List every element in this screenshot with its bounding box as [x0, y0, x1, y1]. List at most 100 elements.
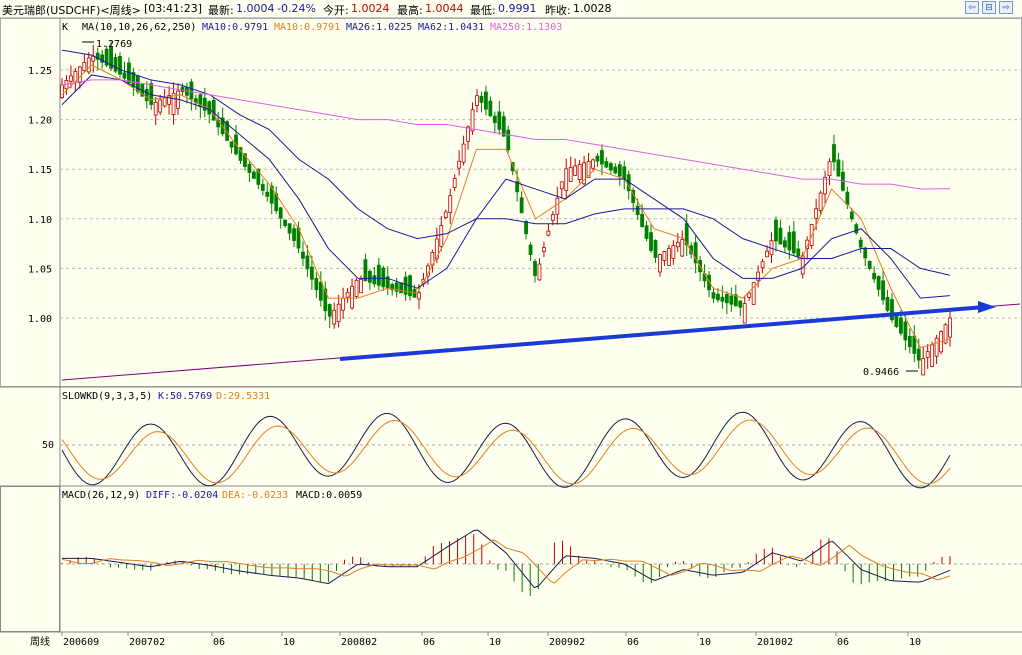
- candle-body: [564, 168, 569, 191]
- candle-body: [305, 255, 310, 270]
- candle-body: [711, 292, 716, 299]
- candle-body: [278, 207, 283, 219]
- candle-body: [577, 163, 582, 180]
- candle-body: [680, 239, 685, 257]
- candle-body: [907, 336, 912, 348]
- candle-body: [849, 211, 854, 220]
- candle-body: [118, 55, 122, 75]
- candle-body: [180, 86, 185, 92]
- candle-body: [591, 159, 595, 169]
- symbol-title: 美元瑞郎(USDCHF)<周线>: [2, 4, 141, 17]
- candle-body: [443, 211, 448, 218]
- ma10-value: MA10:0.9791: [202, 22, 268, 33]
- candle-body: [738, 300, 743, 308]
- kd-d-value: D:29.5331: [216, 391, 270, 402]
- latest-label: 最新:: [208, 4, 234, 17]
- next-arrow-icon[interactable]: ⇨: [999, 1, 1013, 14]
- candle-body: [484, 91, 488, 110]
- candle-body: [644, 225, 649, 239]
- candle-body: [617, 164, 622, 177]
- candle-body: [439, 225, 444, 247]
- candle-body: [301, 251, 305, 259]
- macd-dea-line: [61, 539, 951, 584]
- high-annotation: 1.2769: [96, 39, 132, 50]
- low-annotation: 0.9466: [863, 367, 899, 378]
- support-trendline: [339, 305, 986, 361]
- candle-body: [60, 84, 64, 99]
- candle-body: [457, 160, 462, 169]
- candle-body: [881, 280, 885, 301]
- candle-body: [470, 109, 475, 132]
- candle-body: [162, 97, 167, 107]
- change-percent: -0.24%: [277, 2, 316, 15]
- candle-body: [113, 57, 118, 72]
- candle-body: [488, 100, 493, 117]
- candle-body: [492, 115, 497, 124]
- x-axis-ticks: 200609 200702 06 10 200802 06 10 200902 06 10 2010…: [61, 632, 921, 648]
- candle-body: [573, 165, 578, 176]
- candle-body: [756, 271, 761, 281]
- candle-body: [595, 155, 600, 162]
- ma-line-ma62: [61, 49, 951, 276]
- candle-body: [475, 95, 479, 107]
- y-tick-label: 1.10: [28, 215, 52, 226]
- candle-body: [666, 248, 671, 266]
- candle-body: [318, 281, 323, 301]
- candle-body: [461, 143, 466, 163]
- quote-header: 美元瑞郎(USDCHF)<周线> [03:41:23] 最新: 1.0004 -…: [0, 0, 1022, 18]
- ma10b-value: MA10:0.9791: [274, 22, 340, 33]
- candle-body: [287, 223, 292, 234]
- candle-body: [787, 232, 792, 251]
- candle-body: [542, 247, 546, 252]
- candle-body: [399, 282, 404, 294]
- candle-body: [716, 293, 720, 301]
- candle-body: [782, 240, 787, 248]
- x-tick-label: 06: [423, 637, 435, 648]
- expand-icon[interactable]: ⊟: [982, 1, 996, 14]
- candle-body: [359, 278, 363, 294]
- prev-arrow-icon[interactable]: ⇦: [965, 1, 979, 14]
- candle-body: [854, 224, 859, 234]
- main-y-ticks: 1.25 1.20 1.15 1.10 1.05 1.00: [28, 66, 52, 325]
- macd-lines: [61, 529, 951, 589]
- prev-close-value: 1.0028: [573, 2, 612, 15]
- candle-body: [600, 150, 604, 165]
- candle-body: [327, 303, 332, 317]
- candle-body: [350, 285, 354, 309]
- candle-body: [506, 129, 511, 151]
- open-label: 今开:: [323, 4, 349, 17]
- candle-body: [729, 295, 734, 305]
- candle-body: [903, 321, 908, 341]
- y-tick-label: 1.05: [28, 264, 52, 275]
- x-tick-label: 06: [627, 637, 639, 648]
- candle-body: [533, 260, 537, 276]
- candle-body: [448, 195, 453, 213]
- candle-body: [247, 163, 252, 173]
- ma26-value: MA26:1.0225: [346, 22, 412, 33]
- candle-body: [341, 297, 346, 311]
- candle-body: [845, 191, 850, 205]
- candle-body: [452, 178, 457, 188]
- candle-body: [537, 263, 542, 281]
- candle-body: [251, 171, 256, 179]
- candle-body: [207, 101, 212, 115]
- moving-average-lines: [61, 49, 951, 349]
- x-tick-label: 201002: [757, 637, 793, 648]
- candle-body: [122, 72, 127, 79]
- ma-line-ma250: [61, 79, 951, 190]
- chart-canvas[interactable]: K MA(10,10,26,62,250) MA10:0.9791 MA10:0…: [0, 18, 1022, 655]
- candle-body: [69, 75, 73, 82]
- side-panel-box: [0, 486, 60, 632]
- kd-y-tick: 50: [42, 440, 54, 451]
- candle-body: [292, 228, 296, 241]
- candle-body: [760, 261, 765, 269]
- x-tick-label: 200702: [129, 637, 165, 648]
- candle-body: [823, 176, 827, 195]
- x-tick-label: 10: [283, 637, 295, 648]
- y-tick-label: 1.20: [28, 116, 52, 127]
- x-tick-label: 10: [699, 637, 711, 648]
- open-value: 1.0024: [351, 2, 390, 15]
- candle-body: [376, 264, 381, 286]
- candle-body: [354, 279, 359, 297]
- candle-body: [948, 317, 952, 338]
